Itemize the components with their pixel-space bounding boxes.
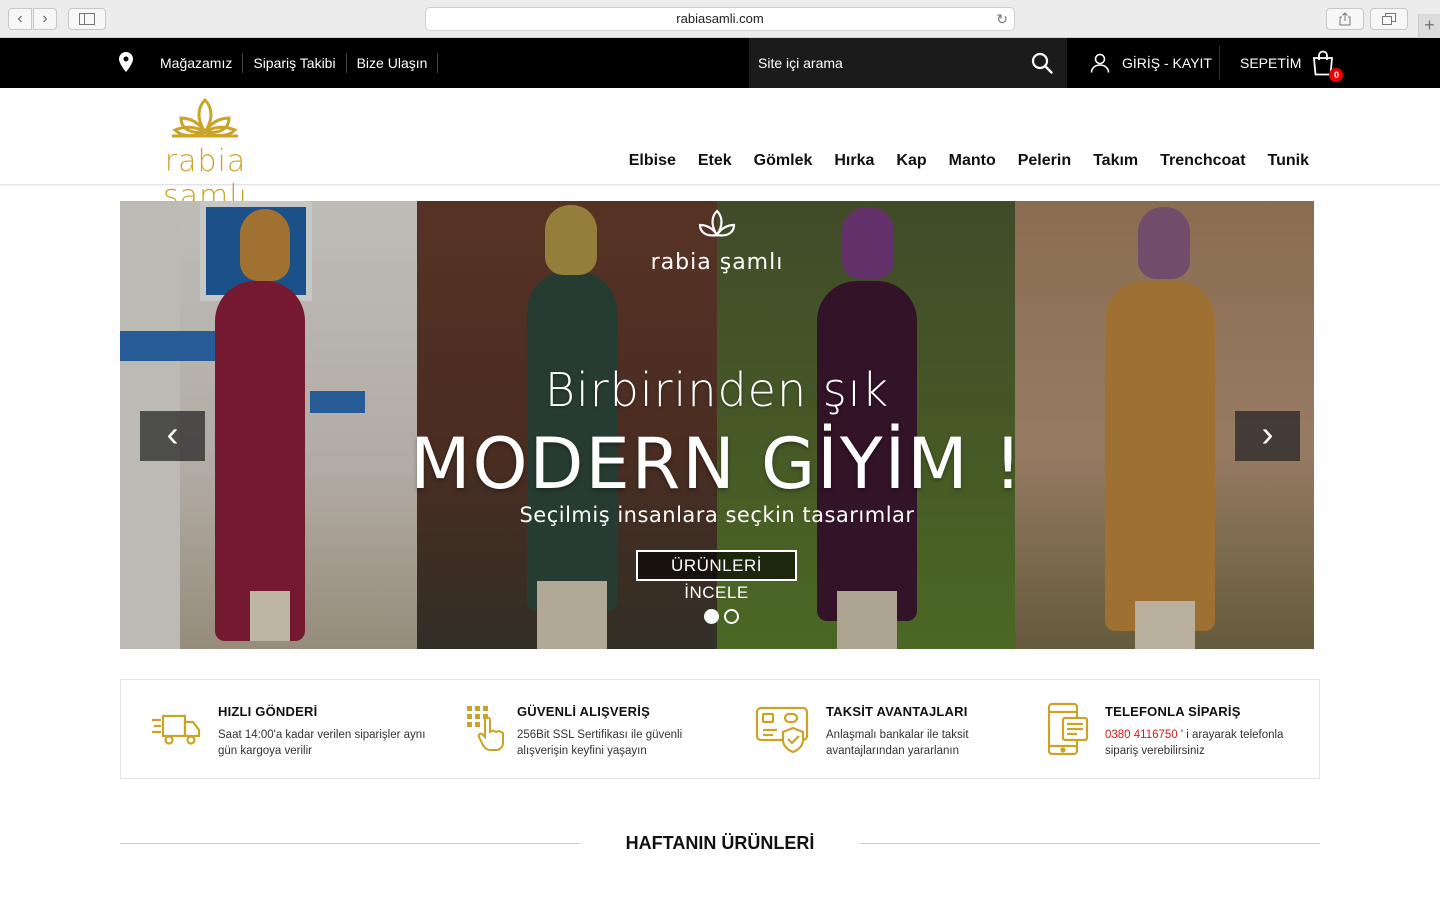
category-nav: Elbise Etek Gömlek Hırka Kap Manto Peler… xyxy=(607,152,1309,170)
tabs-overview-button[interactable] xyxy=(1370,8,1408,30)
nav-item-kap[interactable]: Kap xyxy=(896,152,926,170)
top-links: Mağazamız Sipariş Takibi Bize Ulaşın xyxy=(150,38,439,88)
address-bar[interactable]: rabiasamli.com ↻ xyxy=(425,7,1015,31)
url-text: rabiasamli.com xyxy=(676,11,764,26)
share-button[interactable] xyxy=(1326,8,1364,30)
slide-heading-large: MODERN GİYİM ! xyxy=(410,423,1024,505)
feature-secure-shopping: GÜVENLİ ALIŞVERİŞ 256Bit SSL Sertifikası… xyxy=(421,680,721,778)
nav-item-etek[interactable]: Etek xyxy=(698,152,732,170)
slide-heading-small: Birbirinden şık xyxy=(544,363,890,417)
cart-label: SEPETİM xyxy=(1240,55,1302,71)
slider-dot-2[interactable] xyxy=(724,609,739,624)
nav-item-hirka[interactable]: Hırka xyxy=(834,152,874,170)
section-title: HAFTANIN ÜRÜNLERİ xyxy=(625,833,815,853)
share-icon xyxy=(1339,12,1351,26)
chevron-right-icon: › xyxy=(1261,413,1274,454)
cart-count-badge: 0 xyxy=(1329,68,1344,82)
hero-slider[interactable]: rabia şamlı Birbirinden şık MODERN GİYİM… xyxy=(120,201,1314,649)
nav-item-gomlek[interactable]: Gömlek xyxy=(754,152,813,170)
user-icon xyxy=(1090,53,1110,73)
login-register-link[interactable]: GİRİŞ - KAYIT xyxy=(1090,38,1212,88)
tabs-icon xyxy=(1382,13,1396,25)
credit-card-shield-icon xyxy=(755,706,809,754)
phone-icon xyxy=(1047,702,1089,756)
slider-next-button[interactable]: › xyxy=(1235,411,1300,461)
feature-installments: TAKSİT AVANTAJLARI Anlaşmalı bankalar il… xyxy=(721,680,1021,778)
phone-number-link[interactable]: 0380 4116750 xyxy=(1105,729,1178,741)
feature-title: TAKSİT AVANTAJLARI xyxy=(826,704,968,719)
nav-item-elbise[interactable]: Elbise xyxy=(629,152,676,170)
feature-title: GÜVENLİ ALIŞVERİŞ xyxy=(517,704,650,719)
sidebar-icon xyxy=(79,13,95,25)
topbar-divider xyxy=(1219,46,1220,80)
search-icon[interactable] xyxy=(1031,52,1053,74)
nav-item-pelerin[interactable]: Pelerin xyxy=(1018,152,1071,170)
features-strip: HIZLI GÖNDERİ Saat 14:00'a kadar verilen… xyxy=(120,679,1320,779)
truck-icon xyxy=(152,714,201,745)
feature-phone-order: TELEFONLA SİPARİŞ 0380 4116750 ' i araya… xyxy=(1021,680,1321,778)
nav-item-tunik[interactable]: Tunik xyxy=(1268,152,1309,170)
nav-item-trenchcoat[interactable]: Trenchcoat xyxy=(1160,152,1245,170)
browser-forward-button[interactable]: › xyxy=(33,8,57,30)
slide-subtitle: Seçilmiş insanlara seçkin tasarımlar xyxy=(519,503,915,527)
new-tab-button[interactable]: + xyxy=(1418,14,1440,38)
site-header: rabia şamlı Elbise Etek Gömlek Hırka Kap… xyxy=(0,88,1440,214)
lotus-logo-icon xyxy=(172,97,238,138)
view-products-button[interactable]: ÜRÜNLERİ İNCELE xyxy=(636,550,797,602)
top-bar: Mağazamız Sipariş Takibi Bize Ulaşın GİR… xyxy=(0,38,1440,88)
browser-back-button[interactable]: ‹ xyxy=(8,8,32,30)
secure-touch-icon xyxy=(467,706,504,751)
cart-link[interactable]: SEPETİM 0 xyxy=(1240,38,1344,88)
site-logo[interactable]: rabia şamlı xyxy=(118,96,293,214)
reload-icon[interactable]: ↻ xyxy=(996,8,1008,30)
slider-pagination xyxy=(704,609,744,624)
store-link[interactable]: Mağazamız xyxy=(150,53,244,73)
shopping-bag-icon: 0 xyxy=(1311,50,1344,82)
feature-title: TELEFONLA SİPARİŞ xyxy=(1105,704,1241,719)
feature-desc: Anlaşmalı bankalar ile taksit avantajlar… xyxy=(826,729,969,757)
feature-desc: Saat 14:00'a kadar verilen siparişler ay… xyxy=(218,729,426,757)
nav-item-manto[interactable]: Manto xyxy=(949,152,996,170)
slide-logo-text: rabia şamlı xyxy=(650,250,784,275)
order-tracking-link[interactable]: Sipariş Takibi xyxy=(243,53,347,73)
chevron-left-icon: ‹ xyxy=(166,413,179,454)
feature-fast-shipping: HIZLI GÖNDERİ Saat 14:00'a kadar verilen… xyxy=(121,680,425,778)
browser-chrome: ‹ › rabiasamli.com ↻ + xyxy=(0,0,1440,38)
search-box xyxy=(749,38,1067,88)
slider-dot-1[interactable] xyxy=(704,609,719,624)
sidebar-toggle-button[interactable] xyxy=(68,8,106,30)
section-divider-right xyxy=(860,843,1320,844)
lotus-logo-icon xyxy=(698,209,736,237)
feature-desc: 0380 4116750 ' i arayarak telefonla sipa… xyxy=(1105,727,1315,759)
contact-link[interactable]: Bize Ulaşın xyxy=(347,53,439,73)
nav-item-takim[interactable]: Takım xyxy=(1093,152,1138,170)
search-input[interactable] xyxy=(749,38,1019,88)
feature-desc: 256Bit SSL Sertifikası ile güvenli alışv… xyxy=(517,729,683,757)
section-divider-left xyxy=(120,843,580,844)
feature-title: HIZLI GÖNDERİ xyxy=(218,704,318,719)
slider-prev-button[interactable]: ‹ xyxy=(140,411,205,461)
slide-logo: rabia şamlı xyxy=(120,209,1314,275)
login-label: GİRİŞ - KAYIT xyxy=(1122,55,1212,71)
location-pin-icon[interactable] xyxy=(119,52,133,72)
